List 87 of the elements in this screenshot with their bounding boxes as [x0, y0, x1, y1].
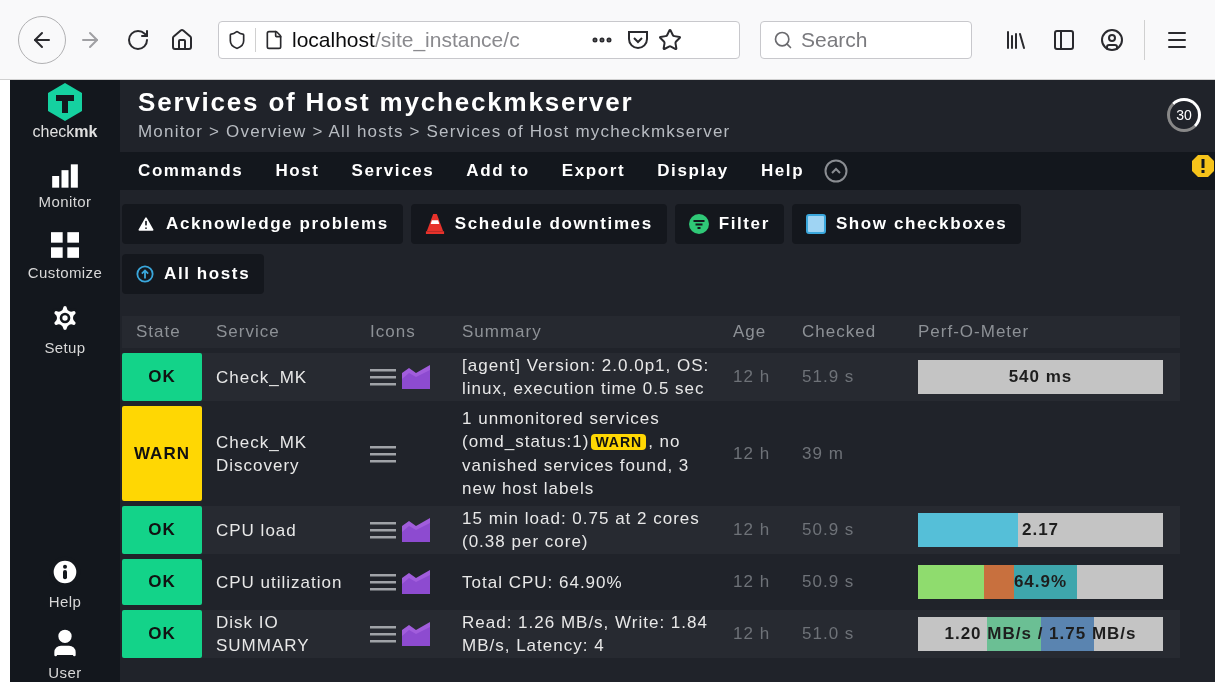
- action-button[interactable]: Schedule downtimes: [410, 204, 667, 244]
- action-button[interactable]: Acknowledge problems: [122, 204, 403, 244]
- menu-item[interactable]: Host: [275, 158, 320, 184]
- grid-icon: [51, 231, 79, 259]
- menu-icon[interactable]: [370, 573, 396, 591]
- action-button[interactable]: Filter: [674, 204, 784, 244]
- sidebar-item[interactable]: Help: [48, 594, 82, 609]
- menu-item[interactable]: Services: [351, 158, 435, 184]
- bookmark-star-icon[interactable]: [658, 27, 682, 52]
- menu-item[interactable]: Display: [657, 158, 729, 184]
- service-name[interactable]: CPU utilization: [202, 570, 370, 594]
- checked-value: 50.9 s: [802, 571, 856, 594]
- address-bar[interactable]: localhost/site_instance/c: [218, 20, 740, 59]
- checked-value: 39 m: [802, 442, 845, 465]
- action-button[interactable]: All hosts: [122, 254, 265, 294]
- graph-icon[interactable]: [402, 518, 430, 542]
- sidebar-item[interactable]: Monitor: [38, 194, 92, 209]
- reload-button[interactable]: [126, 27, 150, 52]
- meter-value: 2.17: [1020, 519, 1061, 542]
- checked-value: 51.0 s: [802, 623, 856, 646]
- search-icon: [773, 29, 793, 50]
- graph-icon[interactable]: [402, 622, 430, 646]
- page-title: Services of Host mycheckmkserver: [138, 86, 635, 119]
- search-field[interactable]: Search: [760, 20, 972, 59]
- page-icon: [264, 29, 284, 50]
- service-summary: 1 unmonitored services (omd_status:1) WARN , no vanished services found, 3 new host labels: [462, 408, 691, 500]
- menu-item[interactable]: Export: [561, 158, 626, 184]
- age-value: 12 h: [733, 442, 772, 465]
- service-summary: 15 min load: 0.75 at 2 cores (0.38 per core): [462, 508, 701, 553]
- warning-icon: [136, 214, 156, 234]
- service-summary: [agent] Version: 2.0.0p1, OS: linux, execution time 0.5 sec: [462, 355, 711, 400]
- refresh-counter[interactable]: 30: [1167, 98, 1201, 132]
- collapse-icon[interactable]: [824, 159, 849, 183]
- checked-value: 50.9 s: [802, 519, 856, 542]
- menu-icon[interactable]: [370, 368, 396, 386]
- graph-icon[interactable]: [402, 570, 430, 594]
- menu-item[interactable]: Add to: [466, 158, 530, 184]
- age-value: 12 h: [733, 519, 772, 542]
- sidebar-item[interactable]: User: [48, 665, 82, 680]
- menu-item[interactable]: Commands: [138, 158, 244, 184]
- breadcrumb: Monitor > Overview > All hosts > Services of Host mycheckmkserver: [138, 120, 731, 143]
- column-header[interactable]: Summary: [462, 319, 733, 345]
- arrow-up-icon: [136, 265, 154, 283]
- state-badge: WARN: [122, 406, 202, 501]
- state-badge: OK: [122, 353, 202, 401]
- sidebar-item[interactable]: Customize: [27, 265, 103, 280]
- meter-value: 64.9%: [1012, 571, 1069, 594]
- age-value: 12 h: [733, 623, 772, 646]
- column-header[interactable]: Perf-O-Meter: [918, 319, 1180, 345]
- service-name[interactable]: Check_MK Discovery: [202, 430, 370, 477]
- bar-chart-icon: [51, 164, 79, 188]
- column-header[interactable]: Icons: [370, 319, 462, 345]
- state-badge: OK: [122, 559, 202, 605]
- column-header[interactable]: State: [122, 319, 202, 345]
- search-placeholder: Search: [801, 26, 868, 53]
- menu-icon[interactable]: [370, 521, 396, 539]
- graph-icon[interactable]: [402, 365, 430, 389]
- sidebar-item[interactable]: Setup: [44, 340, 86, 355]
- service-name[interactable]: Check_MK: [202, 365, 370, 389]
- age-value: 12 h: [733, 366, 772, 389]
- age-value: 12 h: [733, 571, 772, 594]
- traffic-cone-icon: [424, 214, 445, 234]
- service-summary: Read: 1.26 MB/s, Write: 1.84 MB/s, Latency: 4: [462, 612, 709, 657]
- menu-icon[interactable]: [370, 444, 396, 463]
- menu-item[interactable]: Help: [760, 158, 805, 184]
- url-text: localhost/site_instance/c: [292, 26, 521, 54]
- menu-icon[interactable]: [370, 625, 396, 643]
- column-header[interactable]: Age: [733, 319, 802, 345]
- state-badge: OK: [122, 610, 202, 658]
- meter-value: 540 ms: [1007, 366, 1074, 389]
- logo-text: checkmk: [32, 122, 98, 142]
- warn-badge: WARN: [591, 434, 647, 450]
- home-button[interactable]: [170, 27, 194, 52]
- service-name[interactable]: CPU load: [202, 518, 370, 542]
- service-summary: Total CPU: 64.90%: [462, 571, 624, 594]
- account-icon[interactable]: [1100, 27, 1124, 52]
- filter-icon: [688, 214, 709, 234]
- state-badge: OK: [122, 506, 202, 554]
- warning-icon[interactable]: [1191, 154, 1215, 178]
- checkbox-icon: [805, 214, 826, 234]
- sidebar-toggle-icon[interactable]: [1052, 27, 1076, 52]
- service-name[interactable]: Disk IO SUMMARY: [202, 611, 370, 657]
- shield-icon[interactable]: [227, 29, 247, 50]
- column-header[interactable]: Checked: [802, 319, 918, 345]
- action-button[interactable]: Show checkboxes: [791, 204, 1022, 244]
- column-header[interactable]: Service: [202, 319, 370, 345]
- checked-value: 51.9 s: [802, 366, 856, 389]
